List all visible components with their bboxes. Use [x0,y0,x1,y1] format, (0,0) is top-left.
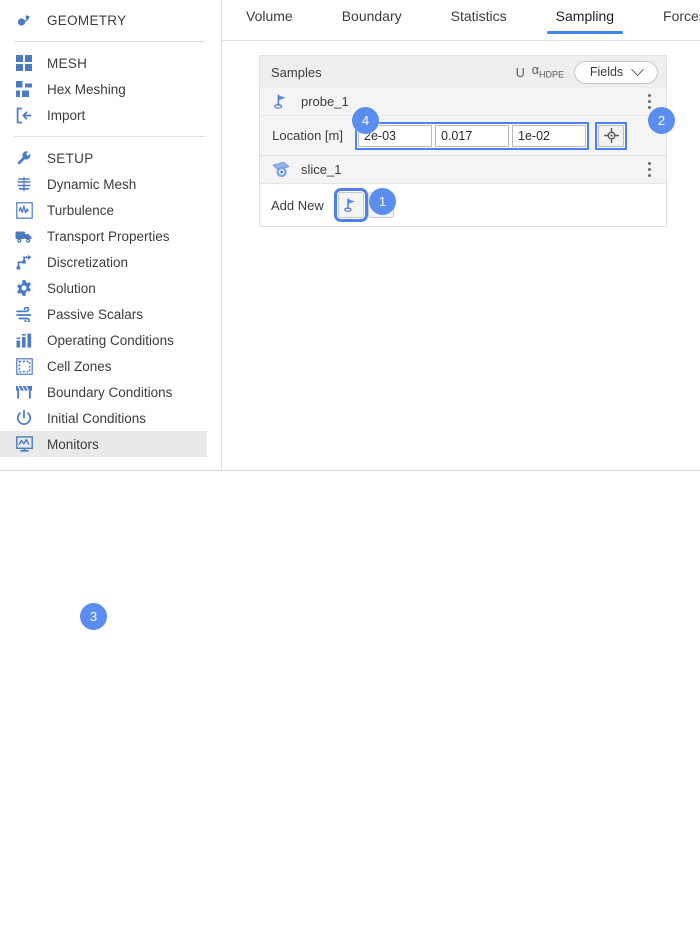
tab-statistics[interactable]: Statistics [451,4,507,33]
sidebar-item-label: Discretization [47,254,129,270]
probe-flag-icon [271,92,291,112]
sidebar-item-label: Monitors [47,436,99,452]
transport-truck-icon [14,226,34,246]
hex-meshing-icon [14,79,34,99]
cfd-scene [0,471,700,934]
tab-volume[interactable]: Volume [246,4,293,33]
add-new-probe-button[interactable] [333,188,368,222]
sidebar-item-transport-properties[interactable]: Transport Properties [0,223,207,249]
gear-icon [14,278,34,298]
location-z-input[interactable] [512,124,586,147]
wrench-icon [14,148,34,168]
sidebar-item-label: Turbulence [47,202,115,218]
samples-title: Samples [271,64,322,80]
chevron-down-icon [631,62,645,76]
cell-zones-icon [14,356,34,376]
passive-scalars-icon [14,304,34,324]
sidebar-item-setup[interactable]: SETUP [0,145,207,171]
sidebar-item-label: Dynamic Mesh [47,176,137,192]
sidebar-item-hex-meshing[interactable]: Hex Meshing [0,76,207,102]
sample-row-label: probe_1 [301,94,349,109]
sidebar-divider [14,136,205,137]
field-alpha-label: αHDPE [531,63,564,80]
sidebar-divider [14,41,205,42]
sidebar-item-operating-conditions[interactable]: Operating Conditions [0,327,207,353]
sidebar-item-label: Cell Zones [47,358,112,374]
sidebar-item-discretization[interactable]: Discretization [0,249,207,275]
location-y-input[interactable] [435,124,509,147]
fields-dropdown-button[interactable]: Fields [574,60,658,84]
probe-flag-icon [344,197,355,212]
sidebar-item-cell-zones[interactable]: Cell Zones [0,353,207,379]
field-u-label: U [515,65,525,80]
sidebar-item-label: Operating Conditions [47,332,174,348]
geometry-icon [14,10,34,30]
app-root: GEOMETRY MESH Hex Meshing Import SETUP D… [0,0,700,934]
sidebar-item-label: GEOMETRY [47,12,127,28]
sidebar-item-dynamic-mesh[interactable]: Dynamic Mesh [0,171,207,197]
annotation-badge-2: 2 [648,107,675,134]
sidebar-item-turbulence[interactable]: Turbulence [0,197,207,223]
samples-card: Samples U αHDPE Fields probe_1 Location … [259,55,667,227]
tab-sampling[interactable]: Sampling [546,4,624,34]
sidebar-item-monitors[interactable]: Monitors [0,431,207,457]
sidebar-item-label: MESH [47,55,88,71]
sidebar-item-solution[interactable]: Solution [0,275,207,301]
sidebar-item-label: Passive Scalars [47,306,144,322]
location-label: Location [m] [272,128,343,143]
annotation-badge-4: 4 [352,107,379,134]
sidebar-item-label: Boundary Conditions [47,384,173,400]
sidebar-item-mesh[interactable]: MESH [0,50,207,76]
sidebar-item-passive-scalars[interactable]: Passive Scalars [0,301,207,327]
add-new-label: Add New [271,197,324,213]
sidebar-item-boundary-conditions[interactable]: Boundary Conditions [0,379,207,405]
sidebar: GEOMETRY MESH Hex Meshing Import SETUP D… [0,0,222,470]
tab-forces[interactable]: Forces [663,4,700,33]
discretization-icon [14,252,34,272]
bar-chart-icon [14,330,34,350]
sample-row-probe[interactable]: probe_1 [260,88,666,116]
annotation-badge-1: 1 [369,188,396,215]
main-panel: Volume Boundary Statistics Sampling Forc… [222,0,700,470]
pick-location-button-highlight [595,121,627,150]
sidebar-item-import[interactable]: Import [0,102,207,128]
monitor-graph-icon [14,434,34,454]
dynamic-mesh-icon [14,174,34,194]
sidebar-item-geometry[interactable]: GEOMETRY [0,7,207,33]
samples-header: Samples U αHDPE Fields [260,56,666,88]
active-fields-summary: U αHDPE [516,63,564,81]
tab-boundary[interactable]: Boundary [342,4,402,33]
power-clock-icon [14,408,34,428]
tab-bar: Volume Boundary Statistics Sampling Forc… [222,4,700,36]
sidebar-item-label: Initial Conditions [47,410,147,426]
sidebar-item-label: Solution [47,280,96,296]
import-icon [14,105,34,125]
sample-row-label: slice_1 [301,162,342,177]
location-row: Location [m] [260,116,666,156]
viewport-3d[interactable] [0,470,700,934]
fields-button-label: Fields [589,65,624,79]
sidebar-item-label: Transport Properties [47,228,170,244]
sidebar-item-initial-conditions[interactable]: Initial Conditions [0,405,207,431]
slice-row-menu-button[interactable] [642,161,656,179]
crosshair-target-icon [603,128,619,143]
sidebar-item-label: SETUP [47,150,94,166]
annotation-badge-3: 3 [80,603,107,630]
location-coordinate-group [355,121,589,150]
turbulence-icon [14,200,34,220]
sample-row-slice[interactable]: slice_1 [260,156,666,184]
crosshair-target-icon-button[interactable] [598,124,624,147]
boundary-conditions-icon [14,382,34,402]
sidebar-item-label: Hex Meshing [47,81,126,97]
mesh-icon [14,53,34,73]
sidebar-item-label: Import [47,107,86,123]
top-panel-area: GEOMETRY MESH Hex Meshing Import SETUP D… [0,0,700,470]
slice-icon [271,160,291,180]
add-new-row: Add New [260,184,666,226]
tab-bar-underline [222,40,700,41]
